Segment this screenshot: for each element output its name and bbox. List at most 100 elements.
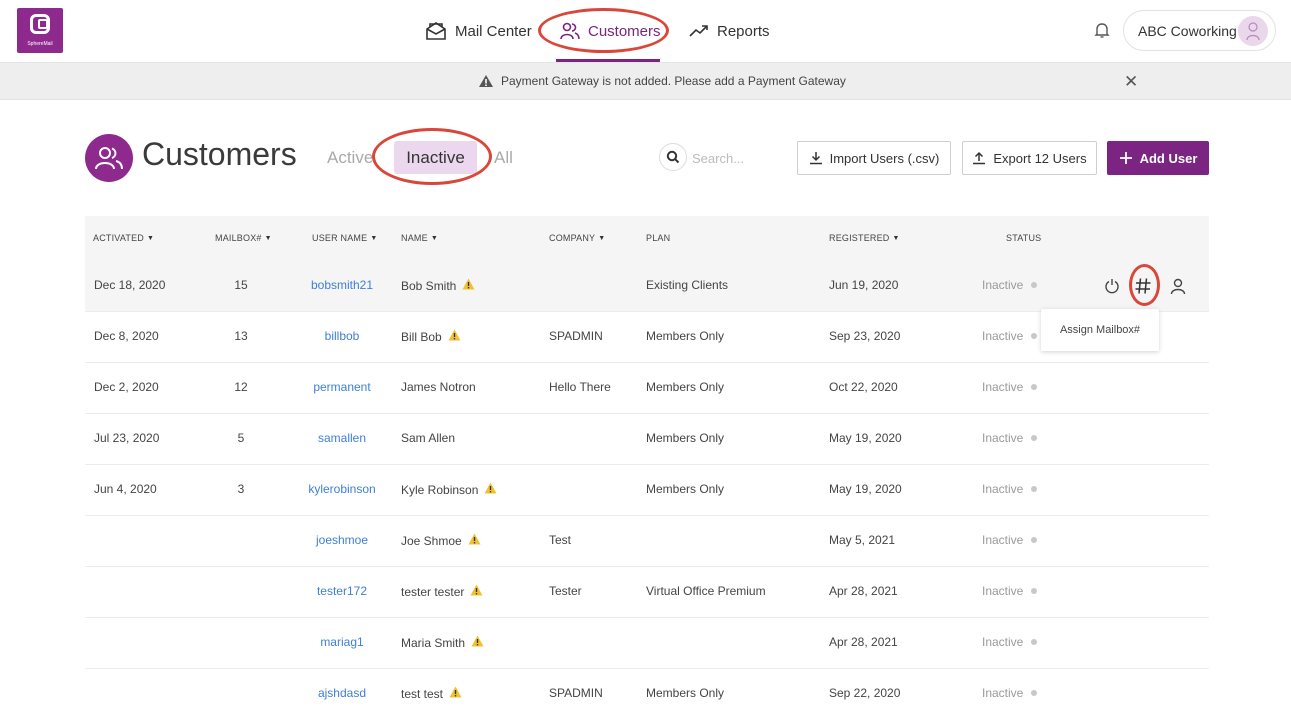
cell-username-link[interactable]: mariag1 bbox=[297, 635, 387, 649]
col-registered[interactable]: REGISTERED ▼ bbox=[829, 233, 900, 243]
cell-username-link[interactable]: ajshdasd bbox=[297, 686, 387, 700]
add-user-button[interactable]: Add User bbox=[1107, 141, 1209, 175]
cell-username-link[interactable]: tester172 bbox=[297, 584, 387, 598]
cell-activated: Dec 18, 2020 bbox=[94, 278, 166, 292]
cell-plan: Virtual Office Premium bbox=[646, 584, 766, 598]
chevron-down-icon: ▼ bbox=[146, 234, 155, 242]
name-text: Sam Allen bbox=[401, 431, 456, 445]
cell-name: Bill Bob bbox=[401, 329, 461, 344]
account-menu[interactable]: ABC Coworking bbox=[1123, 10, 1276, 51]
status-dot bbox=[1031, 690, 1038, 696]
nav-mail-center[interactable]: Mail Center bbox=[425, 17, 532, 45]
cell-registered: Sep 23, 2020 bbox=[829, 329, 901, 343]
name-text: Maria Smith bbox=[401, 635, 466, 650]
cell-username-link[interactable]: permanent bbox=[297, 380, 387, 394]
cell-activated: Dec 2, 2020 bbox=[94, 380, 159, 394]
cell-name: James Notron bbox=[401, 380, 476, 394]
search-input[interactable] bbox=[692, 148, 782, 168]
cell-plan: Existing Clients bbox=[646, 278, 729, 292]
status-dot bbox=[1031, 486, 1038, 492]
name-text: tester tester bbox=[401, 584, 465, 599]
close-icon[interactable]: ✕ bbox=[1124, 73, 1138, 90]
col-activated[interactable]: ACTIVATED ▼ bbox=[93, 233, 154, 243]
table-row[interactable]: Jul 23, 2020 5 samallen Sam Allen Members On… bbox=[85, 414, 1209, 465]
account-name: ABC Coworking bbox=[1138, 22, 1237, 39]
cell-status: Inactive bbox=[982, 329, 1038, 343]
status-dot bbox=[1031, 435, 1038, 441]
import-users-button[interactable]: Import Users (.csv) bbox=[797, 141, 951, 175]
tab-all[interactable]: All bbox=[494, 148, 513, 168]
table-row[interactable]: Dec 2, 2020 12 permanent James Notron Hello … bbox=[85, 363, 1209, 414]
trend-line-icon bbox=[689, 25, 708, 37]
logo-text: SphereMail bbox=[27, 41, 53, 47]
warning-icon bbox=[448, 329, 461, 344]
name-text: Bob Smith bbox=[401, 278, 457, 293]
export-users-button[interactable]: Export 12 Users bbox=[962, 141, 1097, 175]
cell-plan: Members Only bbox=[646, 329, 725, 343]
cell-name: Bob Smith bbox=[401, 278, 475, 293]
search-icon[interactable] bbox=[659, 143, 687, 171]
cell-username-link[interactable]: samallen bbox=[297, 431, 387, 445]
cell-username-link[interactable]: bobsmith21 bbox=[297, 278, 387, 292]
status-dot bbox=[1031, 333, 1038, 339]
power-icon[interactable] bbox=[1099, 273, 1125, 299]
chevron-down-icon: ▼ bbox=[892, 234, 900, 242]
status-text: Inactive bbox=[982, 482, 1024, 496]
cell-username-link[interactable]: kylerobinson bbox=[297, 482, 387, 496]
users-icon bbox=[95, 147, 123, 170]
col-name[interactable]: NAME ▼ bbox=[401, 233, 438, 243]
cell-name: Sam Allen bbox=[401, 431, 455, 445]
table-row[interactable]: ajshdasd test test SPADMIN Members Only Sep … bbox=[85, 669, 1209, 706]
status-dot bbox=[1031, 537, 1038, 543]
cell-registered: Sep 22, 2020 bbox=[829, 686, 901, 700]
col-username[interactable]: USER NAME ▼ bbox=[312, 233, 377, 243]
chevron-down-icon: ▼ bbox=[430, 234, 438, 242]
cell-username-link[interactable]: billbob bbox=[297, 329, 387, 343]
nav-reports[interactable]: Reports bbox=[689, 17, 770, 45]
brand-logo[interactable]: SphereMail bbox=[17, 8, 63, 53]
annotation-circle-inactive bbox=[372, 128, 492, 185]
logo-mark bbox=[30, 14, 50, 34]
warning-icon bbox=[462, 278, 475, 293]
tab-active[interactable]: Active bbox=[327, 148, 373, 168]
cell-plan: Members Only bbox=[646, 431, 725, 445]
table-row[interactable]: mariag1 Maria Smith Apr 28, 2021 Inactive bbox=[85, 618, 1209, 669]
table-row[interactable]: tester172 tester tester Tester Virtual Offi… bbox=[85, 567, 1209, 618]
col-company[interactable]: COMPANY ▼ bbox=[549, 233, 605, 243]
status-text: Inactive bbox=[982, 329, 1024, 343]
cell-name: tester tester bbox=[401, 584, 483, 599]
table-row[interactable]: joeshmoe Joe Shmoe Test May 5, 2021 Inactive bbox=[85, 516, 1209, 567]
cell-registered: May 19, 2020 bbox=[829, 482, 902, 496]
name-text: Kyle Robinson bbox=[401, 482, 479, 497]
cell-status: Inactive bbox=[982, 533, 1038, 547]
cell-status: Inactive bbox=[982, 278, 1038, 292]
user-icon[interactable] bbox=[1165, 273, 1191, 299]
cell-mailbox: 15 bbox=[234, 278, 248, 292]
cell-company: Tester bbox=[549, 584, 582, 598]
cell-username-link[interactable]: joeshmoe bbox=[297, 533, 387, 547]
warning-icon bbox=[479, 75, 493, 87]
cell-mailbox: 12 bbox=[234, 380, 248, 394]
name-text: Joe Shmoe bbox=[401, 533, 462, 548]
page-title: Customers bbox=[142, 136, 297, 172]
notification-bell-icon[interactable] bbox=[1094, 22, 1110, 44]
cell-activated: Jul 23, 2020 bbox=[94, 431, 160, 445]
status-text: Inactive bbox=[982, 278, 1024, 292]
warning-icon bbox=[449, 686, 462, 701]
table-row[interactable]: Dec 18, 2020 15 bobsmith21 Bob Smith Existin… bbox=[85, 261, 1209, 312]
banner-message: Payment Gateway is not added. Please add… bbox=[501, 74, 846, 88]
status-dot bbox=[1031, 384, 1038, 390]
name-text: Bill Bob bbox=[401, 329, 442, 344]
cell-mailbox: 13 bbox=[234, 329, 248, 343]
col-mailbox[interactable]: MAILBOX# ▼ bbox=[215, 233, 272, 243]
banner-text: Payment Gateway is not added. Please add… bbox=[478, 74, 846, 88]
assign-mailbox-tooltip: Assign Mailbox# bbox=[1041, 309, 1159, 351]
cell-registered: May 19, 2020 bbox=[829, 431, 902, 445]
export-users-label: Export 12 Users bbox=[993, 150, 1087, 166]
chevron-down-icon: ▼ bbox=[370, 234, 378, 242]
top-nav: SphereMail Mail Center Customers Reports… bbox=[0, 0, 1291, 62]
customers-page-icon bbox=[85, 134, 133, 182]
table-row[interactable]: Jun 4, 2020 3 kylerobinson Kyle Robinson Mem… bbox=[85, 465, 1209, 516]
cell-name: Maria Smith bbox=[401, 635, 484, 650]
status-dot bbox=[1031, 639, 1038, 645]
